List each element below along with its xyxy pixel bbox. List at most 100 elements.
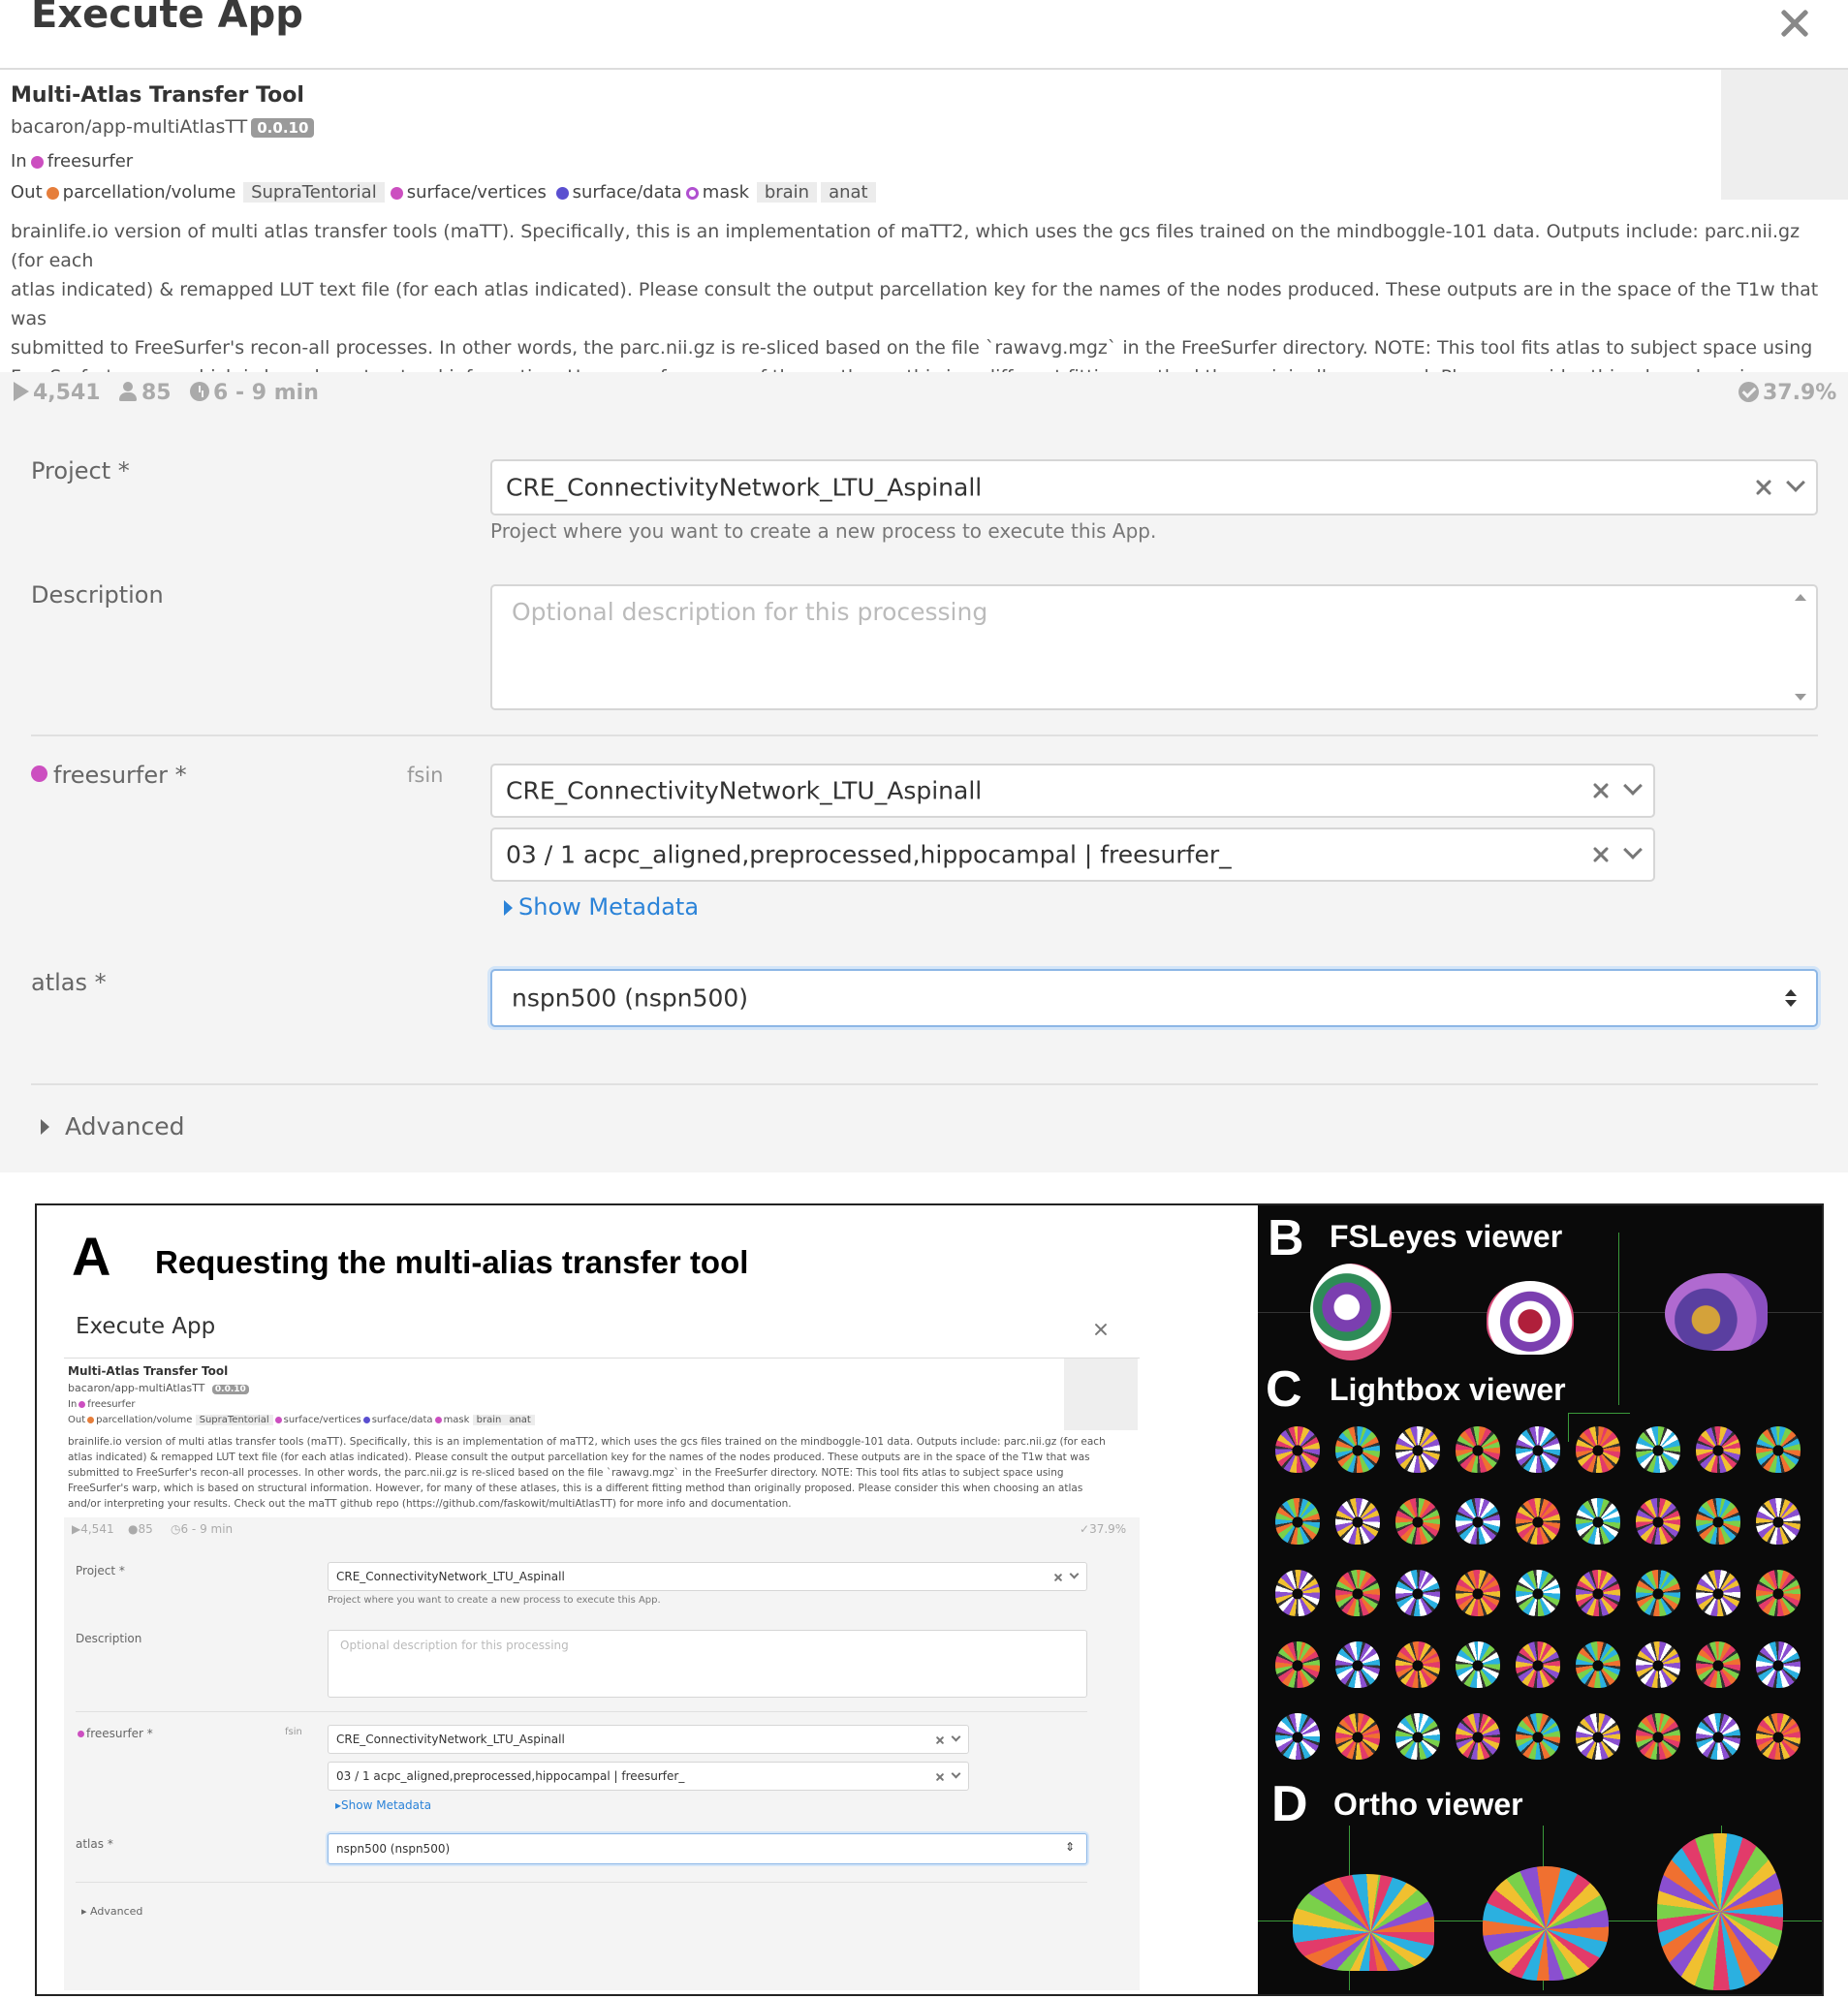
mini-app-name: Multi-Atlas Transfer Tool [68,1364,229,1378]
mini-modal-header: Execute App [64,1302,1140,1359]
app-name[interactable]: Multi-Atlas Transfer Tool [11,83,304,108]
run-count: ▶4,541 [72,1522,114,1536]
datatype-dot-icon [274,1416,282,1423]
run-count-value: 4,541 [80,1522,114,1536]
description-placeholder: Optional description for this processing [340,1639,569,1652]
project-select[interactable]: CRE_ConnectivityNetwork_LTU_Aspinall [490,459,1818,515]
updown-arrow-icon[interactable] [1785,989,1797,1007]
description-textarea[interactable]: Optional description for this processing [328,1630,1087,1698]
chevron-down-icon[interactable] [1069,1569,1080,1579]
output-datatype: surface/vertices [283,1415,361,1425]
clear-icon[interactable] [1053,1573,1062,1581]
brain-axial-ortho-image [1657,1833,1783,1990]
atlas-select[interactable]: nspn500 (nspn500) [490,969,1818,1027]
atlas-label: atlas * [31,969,107,996]
figure-panels: A Requesting the multi-alias transfer to… [35,1203,1824,1996]
mini-execute-app-modal: Execute App Multi-Atlas Transfer Tool ba… [64,1302,1140,1990]
show-metadata-text: Show Metadata [518,893,700,921]
scroll-up-icon[interactable] [1795,594,1806,601]
lightbox-slice-image [1756,1498,1801,1545]
run-duration: 6 - 9 min [190,381,319,405]
datatype-tag: brain [756,182,818,203]
lightbox-slice-image [1395,1641,1440,1688]
clear-icon[interactable] [935,1735,944,1744]
app-info: Multi-Atlas Transfer Tool bacaron/app-mu… [0,70,1848,446]
output-datatype: parcellation/volume [96,1415,193,1425]
in-label: In [68,1399,78,1410]
freesurfer-dataset-select[interactable]: 03 / 1 acpc_aligned,preprocessed,hippoca… [490,828,1655,882]
close-icon[interactable] [1777,6,1812,41]
lightbox-slice-image [1756,1426,1801,1473]
freesurfer-project-select[interactable]: CRE_ConnectivityNetwork_LTU_Aspinall [490,764,1655,818]
input-datatype: freesurfer [47,151,134,172]
panel-letter: C [1266,1361,1302,1418]
freesurfer-project-value: CRE_ConnectivityNetwork_LTU_Aspinall [506,776,983,805]
output-datatype: parcellation/volume [62,182,236,203]
lightbox-slice-image [1275,1713,1320,1760]
output-datatype: surface/data [371,1415,433,1425]
lightbox-slice-image [1756,1641,1801,1688]
updown-arrow-icon[interactable]: ⇕ [1065,1840,1075,1854]
divider [31,734,1818,736]
description-line: atlas indicated) & remapped LUT text fil… [68,1452,1090,1463]
app-outputs: Out parcellation/volume SupraTentorial sur… [11,182,878,203]
caret-right-icon [41,1119,49,1135]
lightbox-slice-image [1516,1570,1560,1616]
clear-icon[interactable] [1591,781,1611,800]
datatype-ring-icon [685,186,699,200]
out-label: Out [11,182,43,203]
lightbox-slice-image [1756,1713,1801,1760]
chevron-down-icon[interactable] [1623,776,1643,796]
show-metadata-link[interactable]: Show Metadata [504,893,699,921]
freesurfer-project-select[interactable]: CRE_ConnectivityNetwork_LTU_Aspinall [328,1725,969,1754]
clear-icon[interactable] [1591,845,1611,864]
run-duration: ◷6 - 9 min [171,1522,234,1536]
lightbox-slice-image [1395,1713,1440,1760]
run-count-value: 4,541 [33,381,101,405]
freesurfer-dataset-select[interactable]: 03 / 1 acpc_aligned,preprocessed,hippoca… [328,1762,969,1791]
brain-sagittal-image [1665,1273,1768,1351]
user-icon [118,382,138,401]
advanced-toggle[interactable]: Advanced [41,1112,185,1140]
success-rate-value: 37.9% [1089,1522,1127,1536]
freesurfer-label-text: freesurfer * [53,762,187,789]
scroll-down-icon[interactable] [1795,694,1806,701]
description-line: submitted to FreeSurfer's recon-all proc… [11,337,1813,359]
project-label: Project * [31,457,130,484]
lightbox-slice-image [1456,1641,1500,1688]
project-select-value: CRE_ConnectivityNetwork_LTU_Aspinall [336,1570,565,1583]
lightbox-slice-image [1516,1641,1560,1688]
success-rate-value: 37.9% [1763,381,1837,405]
datatype-dot-icon [434,1416,442,1423]
project-select[interactable]: CRE_ConnectivityNetwork_LTU_Aspinall [328,1562,1087,1591]
datatype-dot-icon [87,1416,95,1423]
clear-icon[interactable] [1754,478,1773,497]
modal-header: Execute App [0,0,1848,70]
datatype-tag: anat [821,182,876,203]
output-datatype: surface/data [572,182,682,203]
success-rate: 37.9% [1738,381,1836,405]
show-metadata-link[interactable]: ▸Show Metadata [335,1798,431,1812]
lightbox-slice-image [1335,1426,1380,1473]
user-count-value: 85 [141,381,172,405]
clear-icon[interactable] [935,1772,944,1781]
user-count-value: 85 [138,1522,153,1536]
chevron-down-icon[interactable] [951,1768,961,1779]
advanced-toggle[interactable]: ▸ Advanced [81,1905,142,1918]
chevron-down-icon[interactable] [1786,473,1805,492]
chevron-down-icon[interactable] [1623,840,1643,859]
version-badge: 0.0.10 [211,1385,249,1394]
mini-stats-bar: ▶4,541 ●85 ◷6 - 9 min ✓37.9% [64,1517,1140,1541]
datatype-dot-icon [46,186,59,200]
atlas-select[interactable]: nspn500 (nspn500) ⇕ [328,1833,1087,1864]
crosshair-line [1568,1413,1569,1442]
lightbox-slice-image [1275,1498,1320,1545]
close-icon[interactable] [1093,1322,1109,1337]
description-textarea[interactable]: Optional description for this processing [490,584,1818,710]
panel-title: FSLeyes viewer [1330,1219,1563,1254]
input-datatype: freesurfer [87,1399,136,1410]
datatype-tag: SupraTentorial [195,1415,273,1425]
chevron-down-icon[interactable] [951,1732,961,1742]
panel-title: Ortho viewer [1333,1787,1523,1822]
datatype-dot-icon [362,1416,370,1423]
